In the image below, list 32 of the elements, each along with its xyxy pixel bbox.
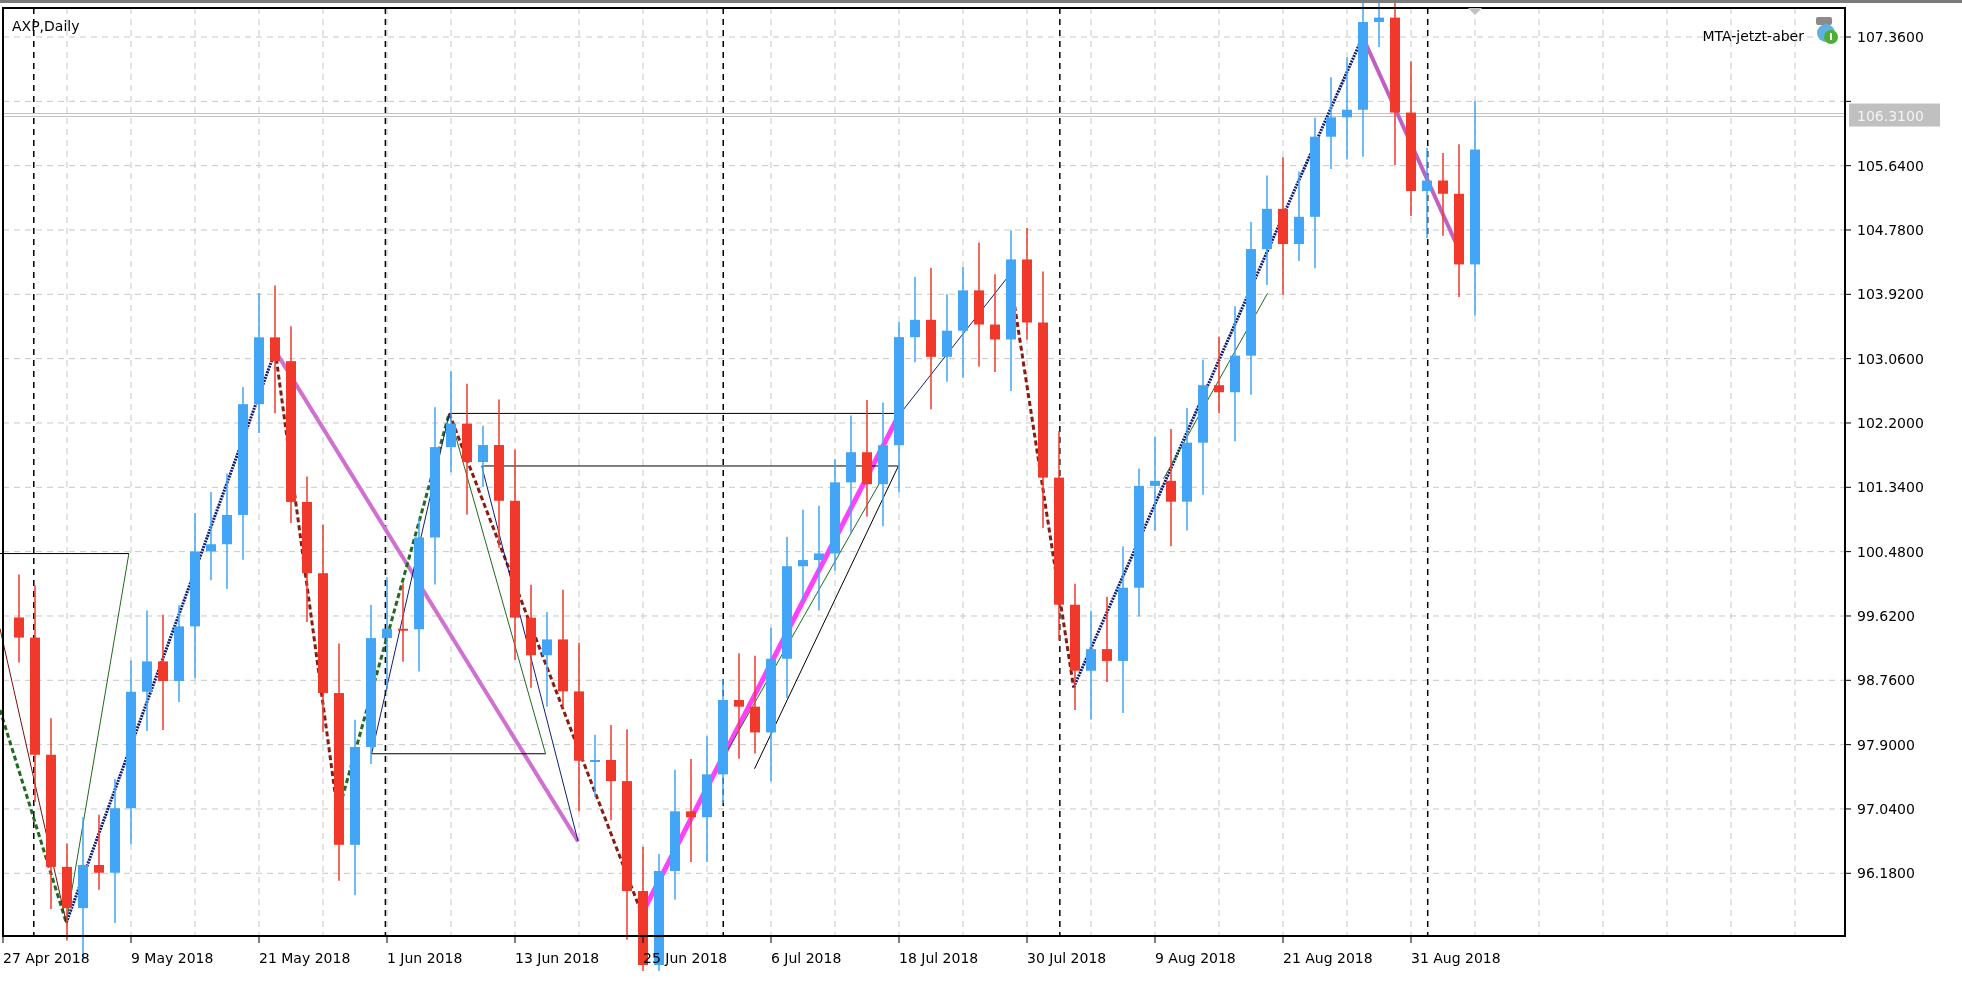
price-axis-label: 103.0600 [1857, 350, 1924, 367]
price-axis-label: 101.3400 [1857, 479, 1924, 496]
date-axis-label: 25 Jun 2018 [643, 950, 728, 966]
date-axis-label: 21 May 2018 [259, 950, 351, 966]
price-axis-label: 97.0400 [1857, 800, 1915, 817]
date-axis-label: 6 Jul 2018 [771, 950, 842, 966]
date-axis-label: 13 Jun 2018 [515, 950, 600, 966]
date-axis-label: 30 Jul 2018 [1027, 950, 1107, 966]
date-axis-label: 1 Jun 2018 [387, 950, 463, 966]
date-axis-label: 9 May 2018 [131, 950, 214, 966]
price-axis-label: 107.3600 [1857, 29, 1924, 45]
symbol-label: AXP,Daily [12, 18, 80, 34]
price-axis-label: 99.6200 [1857, 607, 1915, 624]
candlestick [1374, 3, 1384, 48]
indicator-icon [1816, 17, 1838, 44]
date-axis-label: 31 Aug 2018 [1411, 950, 1501, 966]
price-axis-label: 100.4800 [1857, 543, 1924, 560]
price-axis-label: 97.9000 [1857, 736, 1915, 753]
date-axis-label: 27 Apr 2018 [3, 950, 90, 966]
price-axis-label: 98.7600 [1857, 672, 1915, 689]
date-axis-label: 21 Aug 2018 [1283, 950, 1373, 966]
indicator-label: MTA-jetzt-aber [1702, 28, 1804, 44]
price-axis-label: 96.1800 [1857, 865, 1915, 882]
price-axis-label: 104.7800 [1857, 222, 1924, 238]
price-axis-label: 102.2000 [1857, 415, 1924, 431]
date-axis-label: 18 Jul 2018 [899, 950, 979, 966]
chart-shift-icon [1468, 8, 1482, 15]
date-axis-label: 9 Aug 2018 [1155, 950, 1236, 966]
candlestick [590, 734, 600, 798]
candlestick [478, 425, 488, 488]
price-axis-label: 103.9200 [1857, 286, 1924, 303]
price-axis-label: 105.6400 [1857, 157, 1924, 174]
